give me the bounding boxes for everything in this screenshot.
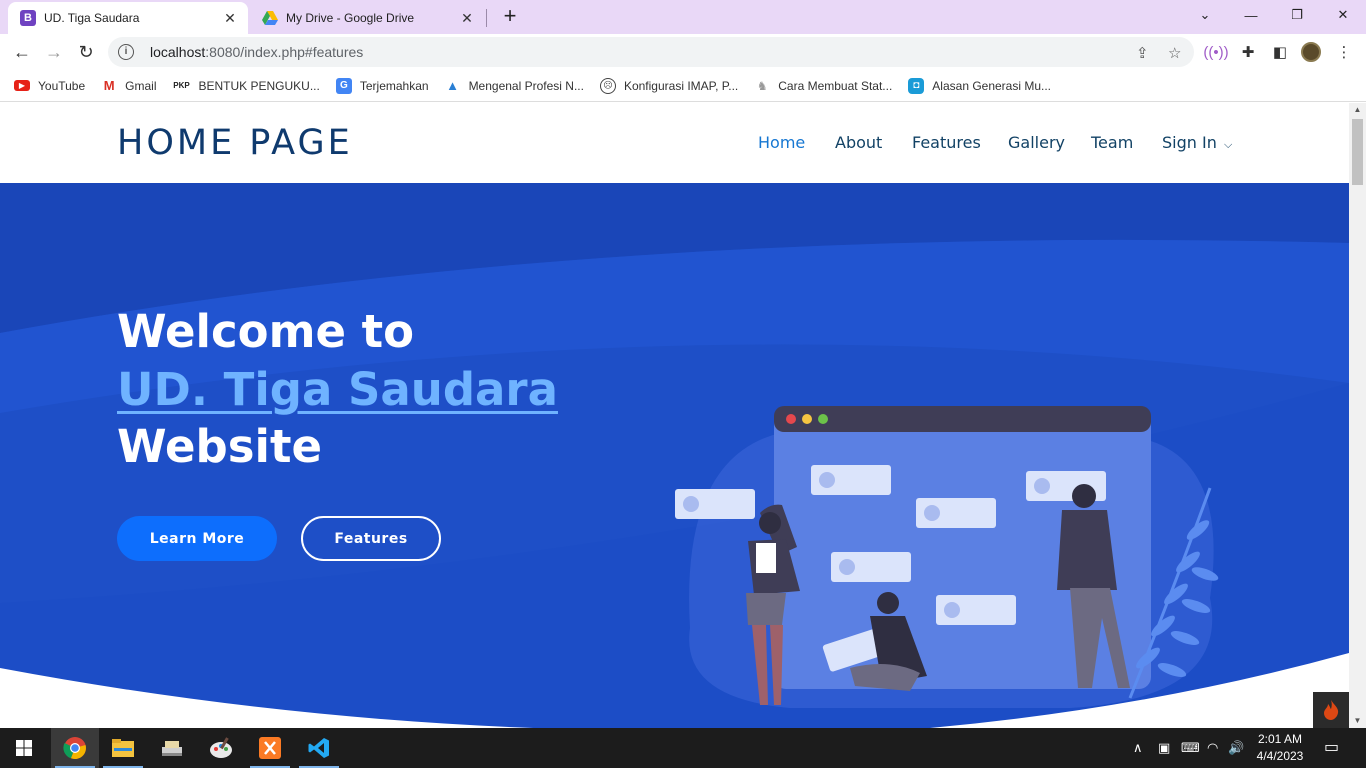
face-icon: ☹ xyxy=(599,77,616,94)
share-icon[interactable]: ⇪ xyxy=(1136,44,1149,62)
figure-icon: ♞ xyxy=(756,78,768,93)
translate-icon: G xyxy=(335,77,352,94)
close-icon[interactable]: ✕ xyxy=(457,10,477,27)
clock-date: 4/4/2023 xyxy=(1256,749,1304,763)
bookmark-bentuk-penguku[interactable]: PKP BENTUK PENGUKU... xyxy=(173,78,320,94)
bookmark-mengenal-profesi[interactable]: ▲ Mengenal Profesi N... xyxy=(445,78,584,94)
clock-time: 2:01 AM xyxy=(1257,732,1303,746)
bookmark-youtube[interactable]: ▶ YouTube xyxy=(14,79,85,93)
close-window-icon[interactable]: ✕ xyxy=(1320,0,1366,30)
hero-illustration xyxy=(675,406,1219,708)
gmail-icon: M xyxy=(103,78,115,93)
xampp-icon[interactable] xyxy=(246,728,294,768)
bookmark-konfigurasi-imap[interactable]: ☹ Konfigurasi IMAP, P... xyxy=(599,77,738,94)
features-button[interactable]: Features xyxy=(301,516,441,561)
scroll-down-icon[interactable]: ▼ xyxy=(1349,714,1366,728)
windows-taskbar: ∧ ▣ ⌨ ◠ 🔊 2:01 AM 4/4/2023 ▭ xyxy=(0,728,1366,768)
input-method-icon[interactable]: ⌨ xyxy=(1181,740,1200,756)
youtube-icon: ▶ xyxy=(14,80,30,91)
minimize-icon[interactable]: — xyxy=(1228,0,1274,30)
nav-home[interactable]: Home xyxy=(758,133,805,152)
nav-sign-in[interactable]: Sign In ⌵ xyxy=(1162,133,1232,152)
wifi-icon[interactable]: ◠ xyxy=(1207,740,1218,756)
page-viewport: HOME PAGE Home About Features Gallery Te… xyxy=(0,103,1349,728)
learn-more-button[interactable]: Learn More xyxy=(117,516,277,561)
new-tab-button[interactable]: + xyxy=(498,4,522,28)
back-icon[interactable]: ← xyxy=(10,40,34,64)
arrow-logo-icon: ▲ xyxy=(446,78,459,93)
scroll-up-icon[interactable]: ▲ xyxy=(1349,103,1366,117)
bootstrap-icon: B xyxy=(20,10,36,26)
system-clock[interactable]: 2:01 AM 4/4/2023 xyxy=(1250,731,1310,765)
media-cast-icon[interactable]: ((•)) xyxy=(1203,42,1228,62)
bookmark-gmail[interactable]: M Gmail xyxy=(101,78,157,94)
url-text[interactable]: localhost:8080/index.php#features xyxy=(150,44,363,60)
site-header: HOME PAGE Home About Features Gallery Te… xyxy=(0,103,1349,183)
nav-team[interactable]: Team xyxy=(1091,133,1133,152)
tab-separator xyxy=(486,9,487,27)
codeigniter-flame-icon[interactable] xyxy=(1313,692,1349,728)
tab-search-icon[interactable]: ⌄ xyxy=(1182,0,1228,30)
windows-start-icon[interactable] xyxy=(0,728,48,768)
side-panel-icon[interactable]: ◧ xyxy=(1270,42,1290,62)
bookmark-cara-membuat[interactable]: ♞ Cara Membuat Stat... xyxy=(754,78,892,94)
scanner-app-icon[interactable] xyxy=(148,728,196,768)
page-scrollbar[interactable]: ▲ ▼ xyxy=(1349,103,1366,728)
tab-ud-tiga-saudara[interactable]: B UD. Tiga Saudara ✕ xyxy=(8,2,248,34)
avatar[interactable] xyxy=(1301,42,1321,62)
notification-center-icon[interactable]: ▭ xyxy=(1324,737,1339,757)
file-explorer-icon[interactable] xyxy=(99,728,147,768)
meet-now-icon[interactable]: ▣ xyxy=(1158,740,1170,756)
vscode-icon[interactable] xyxy=(295,728,343,768)
forward-icon[interactable]: → xyxy=(42,40,66,64)
google-drive-icon xyxy=(262,10,278,26)
tab-google-drive[interactable]: My Drive - Google Drive ✕ xyxy=(250,2,485,34)
site-info-icon[interactable]: i xyxy=(118,44,134,60)
extensions-icon[interactable]: ✚ xyxy=(1238,42,1258,62)
tab-strip: B UD. Tiga Saudara ✕ My Drive - Google D… xyxy=(0,0,1366,34)
close-icon[interactable]: ✕ xyxy=(220,10,240,27)
nav-features[interactable]: Features xyxy=(912,133,981,152)
hero-title-company-link[interactable]: UD. Tiga Saudara xyxy=(117,363,558,416)
scrollbar-thumb[interactable] xyxy=(1352,119,1363,185)
hero-section: Welcome to UD. Tiga Saudara Website Lear… xyxy=(0,183,1349,728)
kebab-menu-icon[interactable]: ⋮ xyxy=(1334,42,1354,62)
pkp-icon: PKP xyxy=(173,81,190,90)
bookmarks-bar: ▶ YouTube M Gmail PKP BENTUK PENGUKU... … xyxy=(0,70,1366,102)
chevron-up-icon[interactable]: ∧ xyxy=(1133,740,1143,756)
reload-icon[interactable]: ↻ xyxy=(74,40,98,64)
bookmark-star-icon[interactable]: ☆ xyxy=(1168,44,1181,62)
nav-about[interactable]: About xyxy=(835,133,882,152)
tab-title: UD. Tiga Saudara xyxy=(44,11,140,25)
paint-app-icon[interactable] xyxy=(197,728,245,768)
site-logo[interactable]: HOME PAGE xyxy=(117,123,353,163)
restore-icon[interactable]: ❐ xyxy=(1274,0,1320,30)
bookmark-terjemahkan[interactable]: G Terjemahkan xyxy=(335,77,429,94)
chevron-down-icon: ⌵ xyxy=(1223,138,1233,151)
chrome-taskbar-icon[interactable] xyxy=(51,728,99,768)
nav-gallery[interactable]: Gallery xyxy=(1008,133,1065,152)
hero-title-line-1: Welcome to xyxy=(117,305,415,358)
square-logo-icon: ◘ xyxy=(908,77,925,94)
browser-toolbar: ← → ↻ i localhost:8080/index.php#feature… xyxy=(0,34,1366,70)
address-bar[interactable]: i localhost:8080/index.php#features ⇪ ☆ xyxy=(108,37,1194,67)
hero-title-line-3: Website xyxy=(117,420,323,473)
tab-title: My Drive - Google Drive xyxy=(286,11,415,25)
bookmark-alasan-generasi[interactable]: ◘ Alasan Generasi Mu... xyxy=(908,77,1051,94)
volume-icon[interactable]: 🔊 xyxy=(1228,740,1244,756)
